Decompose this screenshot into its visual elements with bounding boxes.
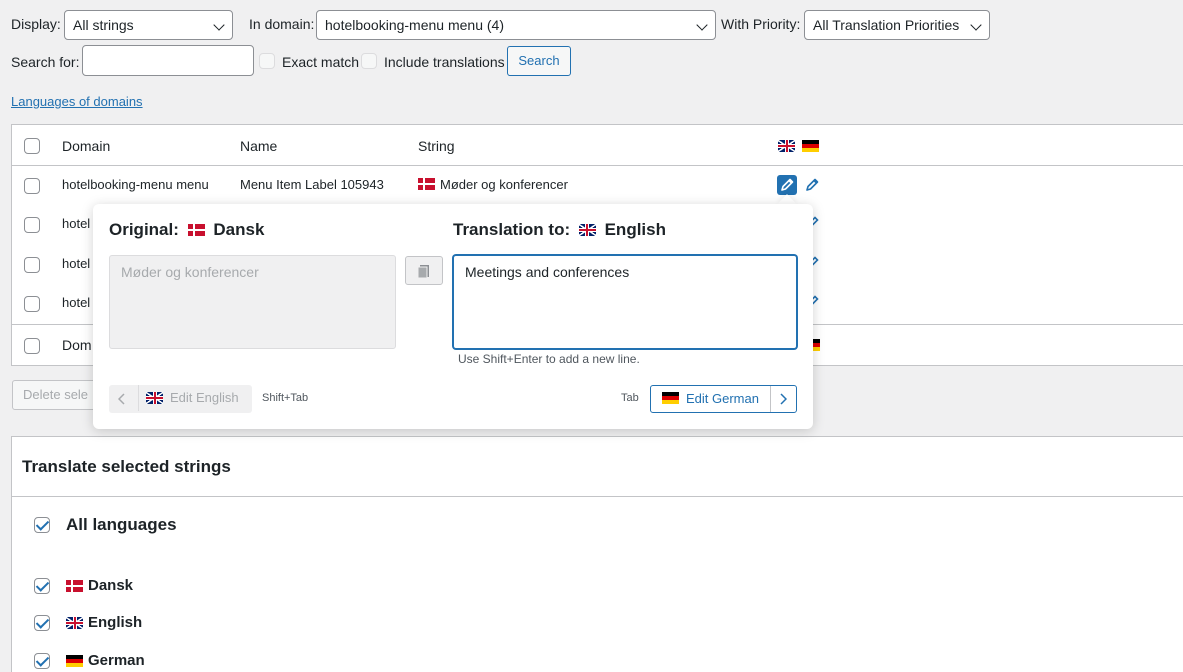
include-translations-label: Include translations: [384, 54, 505, 70]
select-all-checkbox[interactable]: [24, 138, 40, 154]
chevron-down-icon: [970, 19, 982, 31]
language-label-dansk: Dansk: [88, 577, 134, 594]
edit-next-label: Edit German: [686, 391, 759, 406]
include-translations-checkbox[interactable]: [361, 53, 377, 69]
chevron-down-icon: [213, 19, 225, 31]
priority-select-value: All Translation Priorities: [813, 17, 960, 33]
column-footer-domain[interactable]: Dom: [62, 337, 92, 353]
original-label: Original:: [109, 220, 179, 239]
row-string: Møder og konferencer: [440, 177, 568, 192]
language-checkbox-english[interactable]: [34, 615, 50, 631]
original-text-area: Møder og konferencer: [109, 255, 396, 349]
next-shortcut: Tab: [621, 392, 639, 404]
row-domain: hotel: [62, 256, 91, 271]
edit-english-translation-active[interactable]: [777, 175, 797, 195]
copy-original-button[interactable]: [405, 256, 443, 285]
germany-flag-icon: [802, 138, 819, 154]
column-header-domain[interactable]: Domain: [62, 138, 110, 154]
all-languages-checkbox[interactable]: [34, 517, 50, 533]
chevron-right-icon: [780, 393, 787, 405]
display-select[interactable]: All strings: [64, 10, 233, 40]
translation-language: English: [604, 220, 666, 239]
newline-hint: Use Shift+Enter to add a new line.: [458, 352, 640, 366]
edit-next-button[interactable]: Edit German: [650, 385, 797, 413]
row-checkbox[interactable]: [24, 257, 40, 273]
search-button[interactable]: Search: [507, 46, 571, 76]
uk-flag-icon: [578, 224, 596, 236]
priority-label: With Priority:: [721, 16, 801, 32]
row-domain: hotel: [62, 295, 91, 310]
panel-divider: [12, 496, 1183, 497]
priority-select[interactable]: All Translation Priorities: [804, 10, 990, 40]
domain-label: In domain:: [249, 16, 315, 32]
germany-flag-icon: [662, 392, 679, 404]
languages-of-domains-link[interactable]: Languages of domains: [11, 94, 143, 109]
uk-flag-icon: [778, 138, 795, 154]
translate-selected-panel: Translate selected strings All languages…: [11, 436, 1183, 672]
chevron-left-icon: [118, 393, 125, 405]
header-divider: [12, 165, 1183, 166]
pencil-icon: [806, 178, 819, 191]
display-select-value: All strings: [73, 17, 134, 33]
language-label-german: German: [88, 652, 145, 669]
chevron-down-icon: [696, 19, 708, 31]
translation-editor-popup: Original: Dansk Translation to: English …: [93, 204, 813, 429]
language-checkbox-dansk[interactable]: [34, 578, 50, 594]
domain-select[interactable]: hotelbooking-menu menu (4): [316, 10, 716, 40]
language-label-english: English: [88, 614, 143, 631]
original-language: Dansk: [213, 220, 265, 239]
translation-heading: Translation to: English: [453, 220, 666, 240]
language-checkbox-german[interactable]: [34, 653, 50, 669]
edit-previous-button[interactable]: Edit English: [109, 385, 252, 413]
translation-label: Translation to:: [453, 220, 571, 239]
previous-shortcut: Shift+Tab: [262, 392, 309, 404]
uk-flag-icon: [146, 392, 163, 404]
row-domain: hotel: [62, 216, 91, 231]
column-header-name[interactable]: Name: [240, 138, 277, 154]
germany-flag-icon: [66, 653, 83, 669]
denmark-flag-icon: [187, 224, 205, 236]
select-all-checkbox-footer[interactable]: [24, 338, 40, 354]
row-checkbox[interactable]: [24, 296, 40, 312]
copy-icon: [417, 265, 429, 279]
search-input[interactable]: [82, 45, 254, 76]
translate-panel-title: Translate selected strings: [22, 457, 231, 476]
denmark-flag-icon: [418, 176, 435, 192]
translation-input[interactable]: Meetings and conferences: [453, 255, 797, 349]
denmark-flag-icon: [66, 578, 83, 594]
edit-german-translation[interactable]: [802, 175, 822, 195]
display-label: Display:: [11, 16, 61, 32]
original-heading: Original: Dansk: [109, 220, 264, 240]
row-name: Menu Item Label 105943: [240, 177, 384, 192]
exact-match-checkbox[interactable]: [259, 53, 275, 69]
search-label: Search for:: [11, 54, 80, 70]
exact-match-label: Exact match: [282, 54, 360, 70]
domain-select-value: hotelbooking-menu menu (4): [325, 17, 504, 33]
all-languages-label: All languages: [66, 515, 177, 534]
pencil-icon: [781, 178, 794, 191]
edit-previous-label: Edit English: [170, 390, 239, 405]
row-checkbox[interactable]: [24, 217, 40, 233]
uk-flag-icon: [66, 615, 83, 631]
row-checkbox[interactable]: [24, 178, 40, 194]
column-header-string[interactable]: String: [418, 138, 455, 154]
row-domain: hotelbooking-menu menu: [62, 177, 209, 192]
